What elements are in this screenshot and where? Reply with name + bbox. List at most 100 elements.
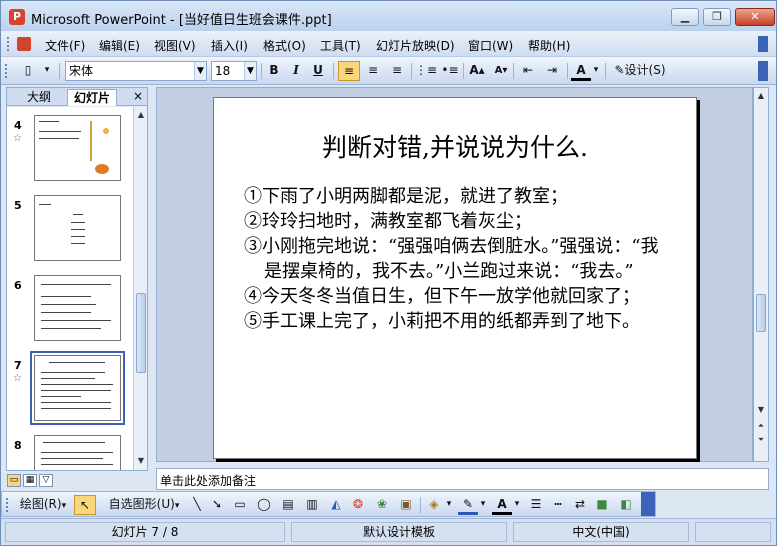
design-button[interactable]: ✎设计(S) [609,61,671,81]
slide-thumbnail-4[interactable] [34,115,121,181]
slide-title[interactable]: 判断对错,并说说为什么. [214,128,696,164]
arrow-style-icon[interactable]: ⇄ [570,495,590,515]
grow-font-icon[interactable]: A▴ [467,61,487,81]
font-color-icon[interactable]: A [492,495,512,515]
scroll-up-icon[interactable]: ▲ [755,90,767,102]
slide-body[interactable]: ①下雨了小明两脚都是泥，就进了教室； ②玲玲扫地时，满教室都飞着灰尘； ③小刚拖… [244,184,669,334]
3d-style-icon[interactable]: ◧ [616,495,636,515]
tab-outline[interactable]: 大纲 [21,89,57,106]
previous-slide-icon[interactable]: ⏶ [755,420,767,432]
slide-scrollbar[interactable]: ▲ ▼ ⏶ ⏷ [753,87,769,462]
autoshapes-button[interactable]: 自选图形(U)▾ [102,495,186,515]
toolbar-grip[interactable] [6,498,10,512]
scroll-down-icon[interactable]: ▼ [135,455,147,467]
rectangle-tool-icon[interactable]: ▭ [230,495,250,515]
align-center-icon[interactable]: ≡ [362,61,384,81]
italic-button[interactable]: I [287,61,305,81]
picture-icon[interactable]: ▣ [396,495,416,515]
diagram-icon[interactable]: ❂ [348,495,368,515]
formatting-toolbar: ▯ ▾ 宋体 ▼ 18 ▼ B I U ≡ ≡ ≡ ⋮≡ •≡ A▴ A▾ ⇤ … [1,57,776,85]
slideshow-view-icon[interactable]: ▽ [39,474,53,487]
minimize-button[interactable]: ▁ [671,8,699,26]
chevron-down-icon[interactable]: ▾ [591,61,601,81]
draw-menu-button[interactable]: 绘图(R)▾ [16,495,70,515]
fill-color-icon[interactable]: ◈ [424,495,444,515]
chevron-down-icon[interactable]: ▾ [478,495,488,515]
slide-canvas[interactable]: 判断对错,并说说为什么. ①下雨了小明两脚都是泥，就进了教室； ②玲玲扫地时，满… [213,97,697,459]
bold-button[interactable]: B [265,61,283,81]
new-document-icon[interactable]: ▯ [17,61,39,81]
textbox-icon[interactable]: ▤ [278,495,298,515]
menu-help[interactable]: 帮助(H) [528,37,570,54]
tab-slides[interactable]: 幻灯片 [67,89,118,106]
powerpoint-icon[interactable]: P [9,9,25,25]
wordart-icon[interactable]: ◭ [326,495,346,515]
menu-grip[interactable] [7,37,11,51]
chevron-down-icon[interactable]: ▾ [444,495,454,515]
menu-tools[interactable]: 工具(T) [320,37,361,54]
scroll-up-icon[interactable]: ▲ [135,109,147,121]
draw-label: 绘图(R) [19,497,62,511]
chevron-down-icon: ▾ [174,501,180,511]
line-color-icon[interactable]: ✎ [458,495,478,515]
line-tool-icon[interactable]: ╲ [188,495,206,515]
font-color-icon[interactable]: A [571,61,591,81]
toolbar-grip[interactable] [5,64,9,78]
thumb-line [71,222,85,223]
window-title: Microsoft PowerPoint - [当好值日生班会课件.ppt] [31,13,332,28]
normal-view-icon[interactable]: ▭ [7,474,21,487]
menu-insert[interactable]: 插入(I) [211,37,248,54]
align-left-icon[interactable]: ≡ [338,61,360,81]
menu-overflow-chevron[interactable] [758,36,768,52]
bullet-list-icon[interactable]: •≡ [439,61,461,81]
numbered-list-icon[interactable]: ⋮≡ [415,61,437,81]
close-button[interactable]: ✕ [735,8,775,26]
chevron-down-icon[interactable]: ▾ [512,495,522,515]
chevron-down-icon[interactable]: ▼ [194,62,206,80]
status-template[interactable]: 默认设计模板 [291,522,507,542]
menu-file[interactable]: 文件(F) [45,37,85,54]
next-slide-icon[interactable]: ⏷ [755,434,767,446]
notes-pane[interactable]: 单击此处添加备注 [156,468,769,490]
line-style-icon[interactable]: ☰ [526,495,546,515]
maximize-button[interactable]: ❐ [703,8,731,26]
thumb-line [41,408,111,409]
toolbar-overflow-chevron[interactable] [641,492,655,516]
slide-sorter-view-icon[interactable]: ▦ [23,474,37,487]
menu-view[interactable]: 视图(V) [154,37,196,54]
increase-indent-icon[interactable]: ⇥ [541,61,563,81]
align-right-icon[interactable]: ≡ [386,61,408,81]
slide-number: 4 [14,119,22,132]
slide-thumbnail-7[interactable] [30,351,125,425]
scrollbar-thumb[interactable] [756,294,766,332]
menu-window[interactable]: 窗口(W) [468,37,513,54]
pumpkin-illustration [95,164,109,174]
font-size-combo[interactable]: 18 ▼ [211,61,257,81]
slide-thumbnail-5[interactable] [34,195,121,261]
menu-format[interactable]: 格式(O) [263,37,306,54]
title-bar: P Microsoft PowerPoint - [当好值日生班会课件.ppt]… [1,1,776,31]
vertical-textbox-icon[interactable]: ▥ [302,495,322,515]
underline-button[interactable]: U [309,61,327,81]
select-pointer-icon[interactable]: ↖ [74,495,96,515]
chevron-down-icon[interactable]: ▼ [244,62,256,80]
clipart-icon[interactable]: ❀ [372,495,392,515]
shadow-style-icon[interactable]: ■ [592,495,612,515]
font-name-combo[interactable]: 宋体 ▼ [65,61,207,81]
document-icon[interactable] [17,37,31,51]
thumbnails-scrollbar[interactable]: ▲ ▼ [133,107,147,470]
scroll-down-icon[interactable]: ▼ [755,404,767,416]
menu-slideshow[interactable]: 幻灯片放映(D) [376,37,455,54]
toolbar-overflow-chevron[interactable] [758,61,768,81]
dash-style-icon[interactable]: ┅ [548,495,568,515]
arrow-tool-icon[interactable]: ➘ [208,495,226,515]
close-icon[interactable]: × [133,89,143,103]
slide-thumbnail-6[interactable] [34,275,121,341]
shrink-font-icon[interactable]: A▾ [491,61,511,81]
decrease-indent-icon[interactable]: ⇤ [517,61,539,81]
scrollbar-thumb[interactable] [136,293,146,373]
menu-edit[interactable]: 编辑(E) [99,37,140,54]
new-dropdown-chevron-icon[interactable]: ▾ [41,61,53,81]
slide-thumbnail-8[interactable] [34,435,121,470]
oval-tool-icon[interactable]: ◯ [254,495,274,515]
